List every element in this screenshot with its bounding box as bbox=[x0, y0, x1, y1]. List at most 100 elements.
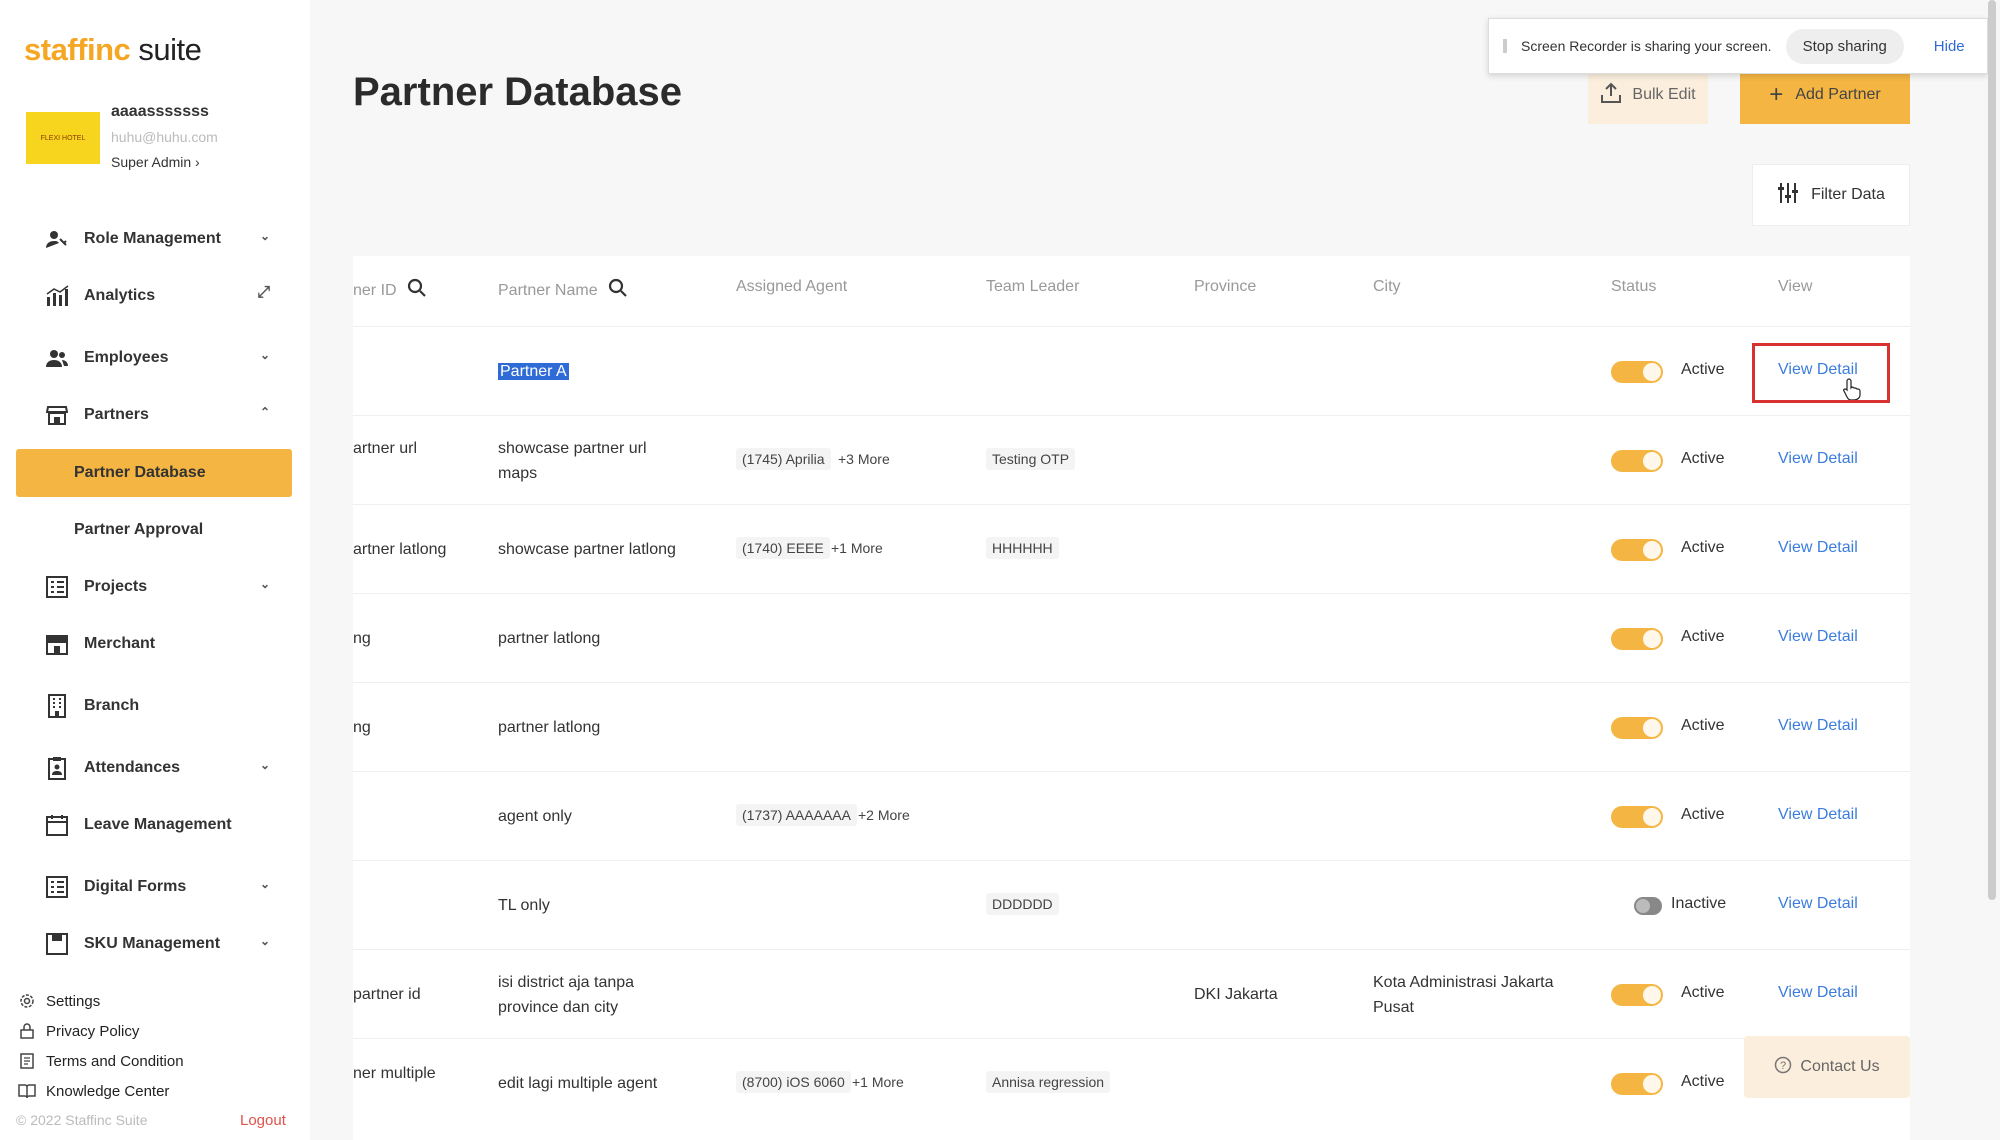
filter-data-button[interactable]: Filter Data bbox=[1752, 164, 1910, 226]
table-row[interactable]: artner url showcase partner url maps (17… bbox=[353, 415, 1910, 504]
upload-icon bbox=[1600, 82, 1622, 109]
filter-sliders-icon bbox=[1777, 182, 1799, 209]
status-toggle[interactable] bbox=[1611, 984, 1663, 1006]
search-icon[interactable] bbox=[608, 278, 628, 303]
profile-role-link[interactable]: Super Admin › bbox=[111, 154, 200, 170]
terms-link[interactable]: Terms and Condition bbox=[16, 1046, 184, 1076]
view-detail-link[interactable]: View Detail bbox=[1778, 984, 1858, 1002]
status-toggle[interactable] bbox=[1611, 806, 1663, 828]
table-row[interactable]: artner latlong showcase partner latlong … bbox=[353, 504, 1910, 593]
stop-sharing-button[interactable]: Stop sharing bbox=[1785, 28, 1904, 64]
sidebar-item-partners[interactable]: Partners ⌃ bbox=[16, 391, 292, 439]
partner-name-cell: TL only bbox=[498, 897, 550, 914]
sidebar-item-leave-management[interactable]: Leave Management bbox=[16, 801, 292, 849]
chevron-down-icon: ⌄ bbox=[259, 758, 270, 772]
more-agents-tag[interactable]: +3 More bbox=[834, 448, 894, 470]
table-row[interactable]: ner multiple edit lagi multiple agent (8… bbox=[353, 1038, 1910, 1127]
page-scrollbar[interactable] bbox=[1988, 0, 1996, 900]
building-icon bbox=[42, 694, 72, 718]
column-header-view: View bbox=[1778, 278, 1812, 296]
column-label: ner ID bbox=[353, 281, 397, 299]
gear-icon bbox=[16, 992, 38, 1010]
add-partner-button[interactable]: + Add Partner bbox=[1740, 66, 1910, 124]
partner-name-cell: edit lagi multiple agent bbox=[498, 1075, 658, 1092]
sidebar-item-branch[interactable]: Branch bbox=[16, 682, 292, 730]
view-detail-link[interactable]: View Detail bbox=[1778, 717, 1858, 735]
table-row[interactable]: partner id isi district aja tanpa provin… bbox=[353, 949, 1910, 1038]
status-toggle[interactable] bbox=[1611, 450, 1663, 472]
document-icon bbox=[16, 1052, 38, 1070]
partner-table: ner ID Partner Name Assigned Agent Team … bbox=[353, 256, 1910, 1140]
knowledge-center-link[interactable]: Knowledge Center bbox=[16, 1076, 184, 1106]
chevron-down-icon: ⌄ bbox=[259, 229, 270, 243]
assigned-agent-tag: (8700) iOS 6060 bbox=[736, 1071, 851, 1093]
status-label: Active bbox=[1681, 450, 1725, 467]
drag-handle-icon[interactable] bbox=[1503, 39, 1507, 53]
column-label: City bbox=[1373, 278, 1401, 295]
privacy-policy-link[interactable]: Privacy Policy bbox=[16, 1016, 184, 1046]
status-toggle[interactable] bbox=[1611, 628, 1663, 650]
table-row[interactable]: ng partner latlong Active View Detail bbox=[353, 593, 1910, 682]
bulk-edit-button[interactable]: Bulk Edit bbox=[1588, 66, 1708, 124]
sidebar-item-role-management[interactable]: Role Management ⌄ bbox=[16, 215, 292, 263]
sidebar-item-sku-management[interactable]: SKU Management ⌄ bbox=[16, 920, 292, 968]
app-logo[interactable]: staffinc suite bbox=[24, 32, 202, 68]
settings-link[interactable]: Settings bbox=[16, 986, 184, 1016]
chevron-down-icon: ⌄ bbox=[259, 877, 270, 891]
table-row[interactable]: TL only DDDDDD Inactive View Detail bbox=[353, 860, 1910, 949]
user-profile[interactable]: FLEXI HOTEL aaaasssssss huhu@huhu.com Su… bbox=[26, 100, 296, 180]
column-label: Province bbox=[1194, 278, 1257, 295]
more-agents-tag[interactable]: +2 More bbox=[854, 804, 914, 826]
more-agents-tag[interactable]: +1 More bbox=[848, 1071, 908, 1093]
status-toggle[interactable] bbox=[1611, 361, 1663, 383]
sidebar-item-projects[interactable]: Projects ⌄ bbox=[16, 563, 292, 611]
partner-id-cell: artner url bbox=[353, 440, 418, 457]
view-detail-link[interactable]: View Detail bbox=[1778, 539, 1858, 557]
grid-list-icon bbox=[42, 575, 72, 599]
sidebar-item-analytics[interactable]: Analytics ⤢ bbox=[16, 272, 292, 320]
view-detail-link[interactable]: View Detail bbox=[1778, 450, 1858, 468]
more-agents-tag[interactable]: +1 More bbox=[827, 537, 887, 559]
search-icon[interactable] bbox=[407, 278, 427, 303]
sidebar-item-label: Merchant bbox=[84, 635, 156, 652]
table-row[interactable]: Partner A Active View Detail bbox=[353, 326, 1910, 415]
status-toggle[interactable] bbox=[1634, 897, 1662, 915]
partner-id-cell: partner id bbox=[353, 986, 421, 1003]
sidebar-item-merchant[interactable]: Merchant bbox=[16, 620, 292, 668]
sidebar-item-employees[interactable]: Employees ⌄ bbox=[16, 334, 292, 382]
sidebar-item-label: Role Management bbox=[84, 230, 221, 247]
status-label: Active bbox=[1681, 806, 1725, 823]
contact-us-label: Contact Us bbox=[1800, 1058, 1880, 1075]
column-header-city: City bbox=[1373, 278, 1401, 296]
filter-data-label: Filter Data bbox=[1811, 186, 1885, 203]
view-detail-link[interactable]: View Detail bbox=[1778, 806, 1858, 824]
column-label: Status bbox=[1611, 278, 1657, 295]
status-toggle[interactable] bbox=[1611, 717, 1663, 739]
sidebar-item-label: Employees bbox=[84, 349, 169, 366]
status-toggle[interactable] bbox=[1611, 1073, 1663, 1095]
sidebar-item-attendances[interactable]: Attendances ⌄ bbox=[16, 744, 292, 792]
hide-banner-link[interactable]: Hide bbox=[1934, 38, 1965, 55]
partner-name-cell: Partner A bbox=[498, 359, 569, 384]
table-row[interactable]: ng partner latlong Active View Detail bbox=[353, 682, 1910, 771]
sidebar-item-partner-approval[interactable]: Partner Approval bbox=[16, 506, 292, 554]
contact-us-button[interactable]: ? Contact Us bbox=[1744, 1036, 1910, 1098]
status-label: Active bbox=[1681, 361, 1725, 378]
view-detail-link[interactable]: View Detail bbox=[1778, 628, 1858, 646]
profile-username: aaaasssssss bbox=[111, 103, 209, 120]
lock-icon bbox=[16, 1022, 38, 1040]
status-toggle[interactable] bbox=[1611, 539, 1663, 561]
table-row[interactable]: agent only (1737) AAAAAAA +2 More Active… bbox=[353, 771, 1910, 860]
team-leader-tag: Annisa regression bbox=[986, 1071, 1111, 1093]
calendar-icon bbox=[42, 813, 72, 837]
sidebar-item-partner-database[interactable]: Partner Database bbox=[16, 449, 292, 497]
user-key-icon bbox=[42, 227, 72, 251]
view-detail-link[interactable]: View Detail bbox=[1778, 361, 1858, 379]
column-label: Team Leader bbox=[986, 278, 1080, 295]
partner-id-cell: ner multiple bbox=[353, 1065, 436, 1082]
logout-link[interactable]: Logout bbox=[240, 1112, 286, 1129]
view-detail-link[interactable]: View Detail bbox=[1778, 895, 1858, 913]
sidebar-item-digital-forms[interactable]: Digital Forms ⌄ bbox=[16, 863, 292, 911]
chevron-down-icon: ⌄ bbox=[259, 577, 270, 591]
external-link-icon: ⤢ bbox=[257, 284, 270, 301]
